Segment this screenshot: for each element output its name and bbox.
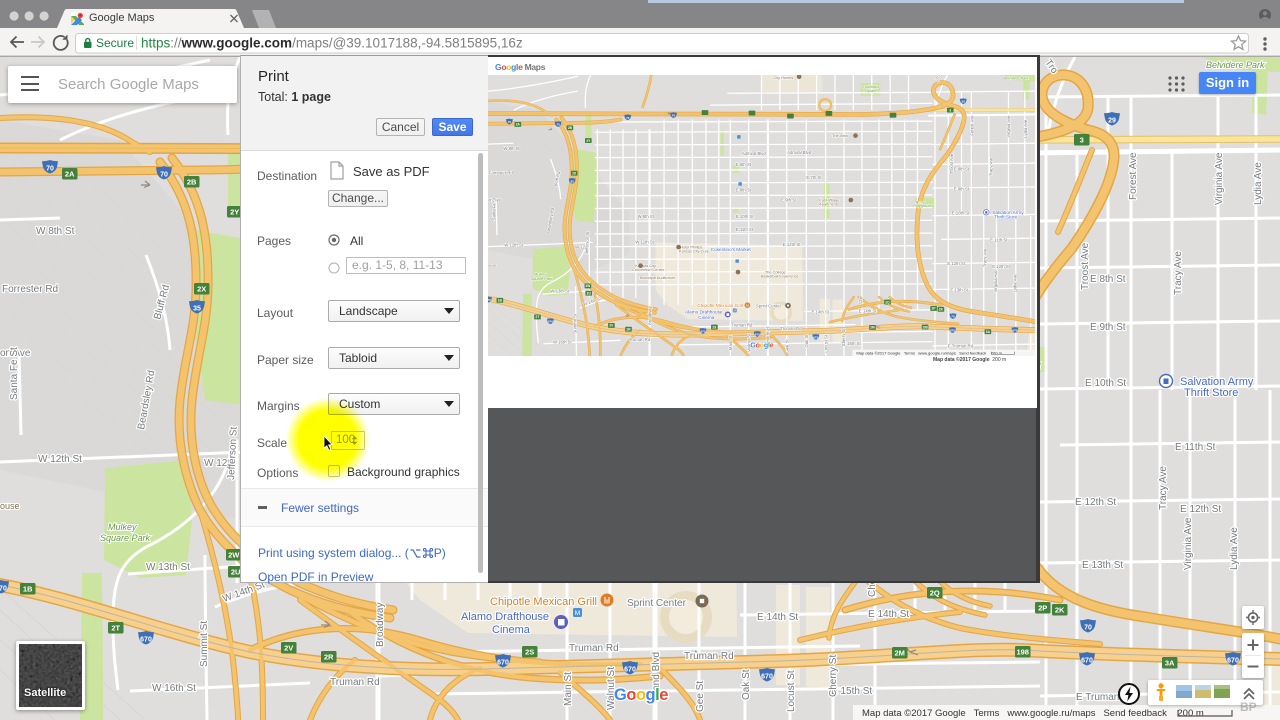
svg-text:Google Maps: Google Maps — [89, 12, 155, 24]
svg-text:Google Maps: Google Maps — [495, 62, 546, 72]
svg-text:Secure: Secure — [96, 36, 134, 50]
svg-text:https://www.google.com/maps/@3: https://www.google.com/maps/@39.1017188,… — [141, 36, 523, 51]
